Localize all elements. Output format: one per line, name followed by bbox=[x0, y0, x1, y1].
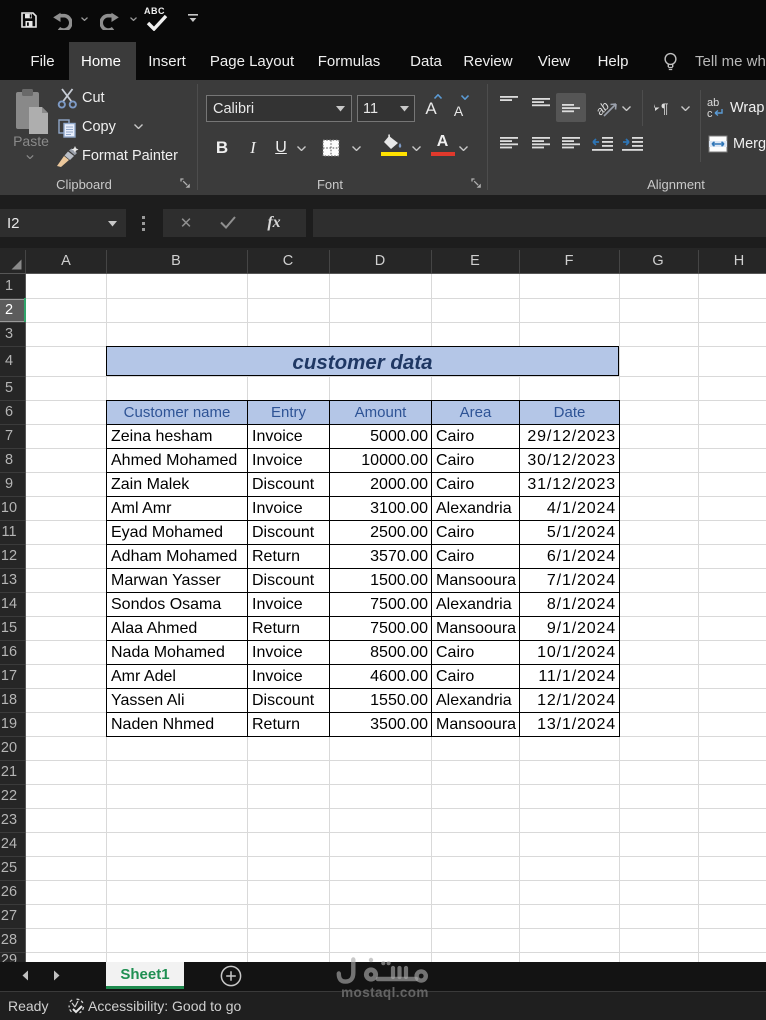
svg-text:c: c bbox=[707, 108, 713, 119]
svg-text:¶: ¶ bbox=[661, 100, 669, 115]
